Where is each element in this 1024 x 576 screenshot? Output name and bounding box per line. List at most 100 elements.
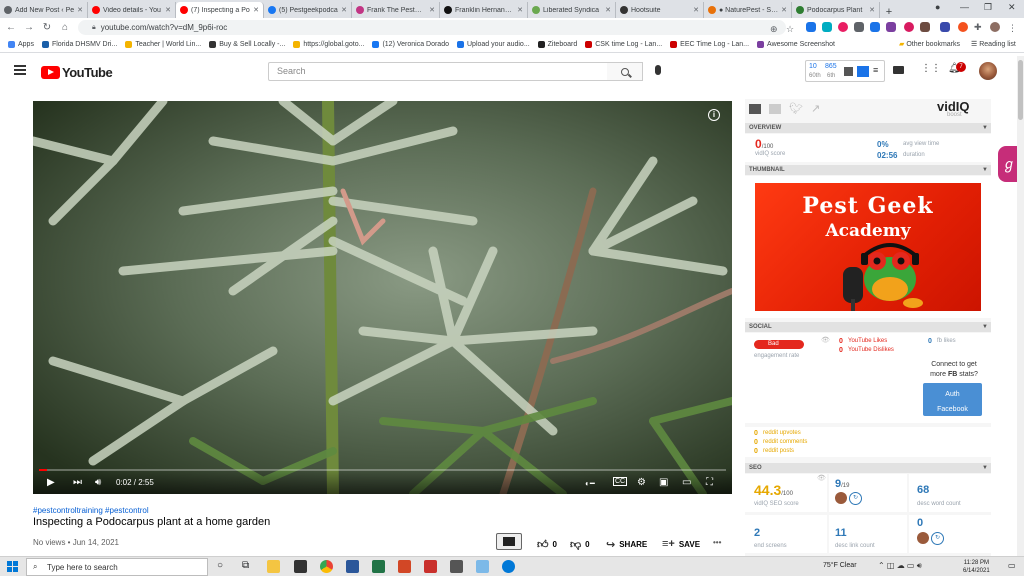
restore-icon[interactable]: ❐ — [984, 2, 992, 13]
word-icon[interactable] — [346, 560, 359, 573]
menu-dots-icon[interactable]: ⋮ — [1008, 23, 1018, 33]
fullscreen-icon[interactable]: ⛶ — [706, 477, 713, 488]
browser-tab[interactable]: ● NaturePest - SEO ✕ — [704, 2, 792, 18]
extension-icon[interactable] — [940, 22, 950, 32]
youtube-logo[interactable]: YouTube — [41, 65, 113, 80]
trend-icon[interactable]: ↗ — [811, 102, 820, 115]
bookmark-item[interactable]: Buy & Sell Locally -... — [209, 41, 285, 48]
vidiq-grid-icon[interactable] — [749, 104, 761, 114]
reload-icon[interactable]: ↻ — [40, 22, 54, 33]
excel-icon[interactable] — [372, 560, 385, 573]
theater-mode-icon[interactable]: ▭ — [682, 477, 691, 488]
cortana-icon[interactable]: ○ — [217, 560, 223, 571]
extension-icon[interactable] — [806, 22, 816, 32]
extension-icon[interactable] — [854, 22, 864, 32]
info-icon[interactable]: i — [708, 109, 720, 121]
bookmark-item[interactable]: https://global.goto... — [293, 41, 364, 48]
taskbar-clock[interactable]: 11:28 PM 6/14/2021 — [963, 559, 990, 575]
browser-tab[interactable]: Hootsuite ✕ — [616, 2, 704, 18]
vidiq-header-stats[interactable]: 10 60th 865 6th ≡ — [805, 60, 885, 82]
create-video-icon[interactable] — [893, 66, 904, 74]
volume-icon[interactable]: 🔊︎ — [95, 477, 101, 488]
progress-bar[interactable] — [39, 469, 726, 471]
video-thumbnail[interactable]: Pest Geek Academy — [755, 183, 981, 311]
autoplay-toggle[interactable]: ◐━ — [585, 479, 595, 488]
browser-tab-active[interactable]: (7) Inspecting a Po ✕ — [176, 2, 264, 18]
windows-start-icon[interactable] — [7, 561, 18, 572]
page-scrollbar[interactable] — [1017, 56, 1024, 556]
extension-icon[interactable] — [822, 22, 832, 32]
video-hashtags[interactable]: #pestcontroltraining #pestcontrol — [33, 506, 149, 515]
tab-close-icon[interactable]: ✕ — [517, 6, 523, 14]
scrollbar-thumb[interactable] — [1018, 60, 1023, 120]
hamburger-menu-icon[interactable] — [14, 65, 26, 75]
browser-tab[interactable]: Video details - You ✕ — [88, 2, 176, 18]
more-actions-button[interactable]: ••• — [713, 538, 721, 547]
settings-gear-icon[interactable]: ⚙ — [637, 477, 646, 488]
auth-facebook-button[interactable]: Auth Facebook — [923, 383, 982, 416]
profile-icon[interactable]: ● — [935, 2, 940, 12]
notifications-icon[interactable]: ▭ — [1008, 561, 1016, 570]
social-header[interactable]: SOCIAL ▼ — [745, 322, 991, 332]
puzzle-icon[interactable]: ✚ — [974, 22, 984, 32]
tab-close-icon[interactable]: ✕ — [253, 6, 259, 14]
weather-widget[interactable]: 75°F Clear — [823, 562, 857, 569]
twitter-icon[interactable]: 🐦︎ — [789, 102, 803, 115]
sync-icon[interactable]: ↻ — [849, 492, 862, 505]
acrobat-icon[interactable] — [424, 560, 437, 573]
tab-close-icon[interactable]: ✕ — [781, 6, 787, 14]
extension-icon[interactable] — [870, 22, 880, 32]
tab-close-icon[interactable]: ✕ — [165, 6, 171, 14]
search-button[interactable] — [607, 62, 643, 81]
browser-tab[interactable]: Franklin Hernandez ✕ — [440, 2, 528, 18]
save-button[interactable]: ≡+ SAVE — [662, 538, 700, 550]
profile-avatar-icon[interactable] — [990, 22, 1000, 32]
tab-close-icon[interactable]: ✕ — [693, 6, 699, 14]
sync-icon[interactable]: ↻ — [931, 532, 944, 545]
powerpoint-icon[interactable] — [398, 560, 411, 573]
seo-header[interactable]: SEO ▼ — [745, 463, 991, 473]
task-view-icon[interactable]: ⧉ — [242, 560, 249, 571]
tab-close-icon[interactable]: ✕ — [341, 6, 347, 14]
bookmark-item[interactable]: Upload your audio... — [457, 41, 530, 48]
close-window-icon[interactable]: ✕ — [1008, 2, 1016, 13]
browser-tab[interactable]: Liberated Syndica ✕ — [528, 2, 616, 18]
app-icon[interactable] — [450, 560, 463, 573]
new-tab-button[interactable]: + — [880, 6, 898, 18]
browser-tab[interactable]: (5) Pestgeekpodca ✕ — [264, 2, 352, 18]
play-icon[interactable]: ▶ — [47, 477, 55, 488]
share-button[interactable]: ↪ SHARE — [606, 538, 647, 551]
extension-icon[interactable] — [958, 22, 968, 32]
back-icon[interactable]: ← — [4, 22, 18, 33]
miniplayer-icon[interactable]: ▣ — [659, 477, 668, 488]
url-field[interactable]: 🔒︎ youtube.com/watch?v=dM_9p6i-roc — [78, 20, 786, 35]
microphone-icon[interactable] — [655, 65, 661, 75]
overview-header[interactable]: OVERVIEW ▼ — [745, 123, 991, 133]
edge-icon[interactable] — [502, 560, 515, 573]
tab-close-icon[interactable]: ✕ — [77, 6, 83, 14]
bookmark-item[interactable]: Teacher | World Lin... — [125, 41, 201, 48]
video-player[interactable]: i ▶ ⏭︎ 🔊︎ 0:02 / 2:55 ◐━ CC ⚙ ▣ ▭ ⛶ — [33, 101, 732, 494]
chrome-icon[interactable] — [320, 560, 333, 573]
tab-close-icon[interactable]: ✕ — [869, 6, 875, 14]
bookmark-apps[interactable]: Apps — [8, 41, 34, 48]
bookmark-item[interactable]: Florida DHSMV Dri... — [41, 41, 117, 48]
bookmark-item[interactable]: CSK time Log - Lan... — [585, 41, 662, 48]
minimize-icon[interactable]: — — [960, 2, 969, 12]
browser-tab[interactable]: Add New Post ‹ Pe ✕ — [0, 2, 88, 18]
next-icon[interactable]: ⏭︎ — [73, 477, 82, 488]
star-icon[interactable]: ☆ — [786, 24, 796, 34]
dislike-button[interactable]: 👎︎ 0 — [570, 538, 590, 551]
app-icon[interactable] — [476, 560, 489, 573]
extension-icon[interactable] — [886, 22, 896, 32]
store-icon[interactable] — [294, 560, 307, 573]
extension-icon[interactable] — [920, 22, 930, 32]
other-bookmarks[interactable]: ▰ Other bookmarks — [899, 40, 960, 48]
like-button[interactable]: 👍︎ 0 — [537, 538, 557, 551]
taskbar-search-input[interactable]: ⌕ Type here to search — [26, 558, 208, 576]
bookmark-item[interactable]: Awesome Screenshot — [757, 41, 835, 48]
tab-close-icon[interactable]: ✕ — [429, 6, 435, 14]
captions-icon[interactable]: CC — [613, 477, 628, 486]
vidiq-player-icon[interactable] — [496, 533, 522, 550]
thumbnail-header[interactable]: THUMBNAIL ▼ — [745, 165, 991, 175]
